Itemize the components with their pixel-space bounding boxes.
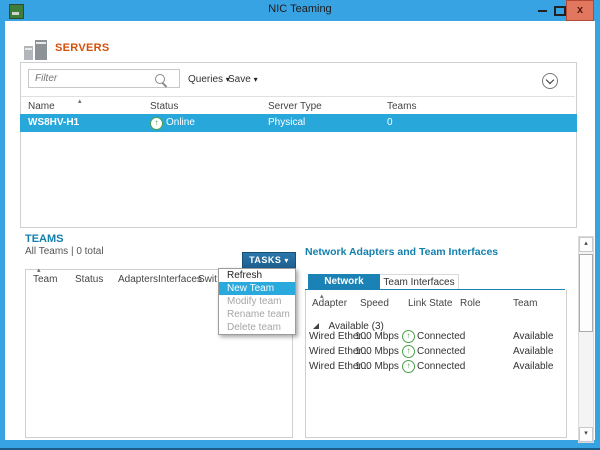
save-label: Save [228, 74, 251, 85]
menu-item-delete-team: Delete team [219, 321, 295, 334]
server-type: Physical [268, 117, 305, 128]
adapter-link-state: Connected [417, 361, 465, 372]
adapters-col-team[interactable]: Team [513, 298, 537, 309]
servers-col-teams[interactable]: Teams [387, 101, 416, 112]
servers-col-name[interactable]: Name [28, 101, 55, 112]
servers-heading: SERVERS [55, 42, 109, 54]
online-status-icon: ↑ [150, 117, 163, 130]
adapter-link-state: Connected [417, 346, 465, 357]
teams-col-adapters[interactable]: Adapters [118, 274, 158, 285]
tasks-menu: Refresh New Team Modify team Rename team… [218, 268, 296, 335]
adapters-col-link-state[interactable]: Link State [408, 298, 452, 309]
servers-col-status[interactable]: Status [150, 101, 178, 112]
tasks-caret-icon: ▾ [284, 256, 289, 265]
scroll-down-button[interactable]: ▾ [579, 427, 593, 442]
adapter-link-state: Connected [417, 331, 465, 342]
teams-col-team[interactable]: Team [33, 274, 57, 285]
servers-icon [24, 38, 48, 62]
scroll-up-button[interactable]: ▴ [579, 237, 593, 252]
menu-item-new-team[interactable]: New Team [219, 282, 295, 295]
connected-status-icon: ↑ [402, 360, 415, 373]
collapse-panel-button[interactable] [542, 73, 558, 89]
tasks-label: TASKS [249, 255, 281, 265]
scroll-down-icon: ▾ [584, 430, 588, 437]
scrollbar-thumb[interactable] [579, 254, 593, 332]
adapter-team: Available [513, 346, 553, 357]
server-row[interactable]: WS8HV-H1 ↑ Online Physical 0 [20, 114, 577, 132]
vertical-scrollbar[interactable]: ▴ ▾ [578, 236, 594, 443]
search-icon [155, 74, 165, 84]
server-status: Online [166, 117, 195, 128]
queries-label: Queries [188, 74, 223, 85]
window-title: NIC Teaming [0, 3, 600, 15]
menu-item-modify-team: Modify team [219, 295, 295, 308]
server-name: WS8HV-H1 [28, 117, 79, 128]
adapter-team: Available [513, 361, 553, 372]
tab-network-adapters[interactable]: Network Adapters [308, 274, 380, 289]
close-button[interactable]: x [566, 0, 594, 21]
minimize-icon [538, 10, 547, 12]
maximize-button[interactable] [552, 2, 565, 17]
teams-col-status[interactable]: Status [75, 274, 103, 285]
adapter-speed: 100 Mbps [355, 361, 399, 372]
chevron-down-icon [546, 76, 554, 84]
teams-subtitle: All Teams | 0 total [25, 246, 104, 257]
adapter-row[interactable]: Wired Ether... 100 Mbps ↑ Connected Avai… [305, 359, 563, 374]
server-teams-count: 0 [387, 117, 393, 128]
filter-bar-divider [21, 96, 575, 97]
menu-item-rename-team: Rename team [219, 308, 295, 321]
scroll-up-icon: ▴ [584, 240, 588, 247]
adapters-col-speed[interactable]: Speed [360, 298, 389, 309]
window-border-left [0, 21, 5, 450]
adapter-team: Available [513, 331, 553, 342]
adapter-row[interactable]: Wired Ether... 100 Mbps ↑ Connected Avai… [305, 344, 563, 359]
adapters-col-role[interactable]: Role [460, 298, 481, 309]
save-dropdown[interactable]: Save ▾ [228, 74, 258, 85]
title-bar: NIC Teaming x [0, 0, 600, 21]
save-caret-icon: ▾ [254, 75, 258, 84]
teams-col-switches[interactable]: Swit [198, 274, 217, 285]
window-border-bottom [0, 440, 600, 450]
adapter-speed: 100 Mbps [355, 346, 399, 357]
teams-col-interfaces[interactable]: Interfaces [158, 274, 202, 285]
tab-team-interfaces[interactable]: Team Interfaces [380, 274, 459, 290]
nic-teaming-window: NIC Teaming x SERVERS Queries ▾ Save ▾ ▴… [0, 0, 600, 450]
queries-dropdown[interactable]: Queries ▾ [188, 74, 230, 85]
name-sort-icon: ▴ [78, 97, 82, 105]
adapter-speed: 100 Mbps [355, 331, 399, 342]
connected-status-icon: ↑ [402, 345, 415, 358]
servers-col-server-type[interactable]: Server Type [268, 101, 322, 112]
connected-status-icon: ↑ [402, 330, 415, 343]
minimize-button[interactable] [536, 2, 549, 17]
adapters-col-adapter[interactable]: Adapter [312, 298, 347, 309]
adapters-heading: Network Adapters and Team Interfaces [305, 246, 498, 258]
teams-heading: TEAMS [25, 233, 64, 245]
team-sort-icon: ▴ [37, 266, 41, 274]
menu-item-refresh[interactable]: Refresh [219, 269, 295, 282]
adapter-row[interactable]: Wired Ether... 100 Mbps ↑ Connected Avai… [305, 329, 563, 344]
window-border-right [595, 21, 600, 450]
maximize-icon [554, 6, 566, 16]
